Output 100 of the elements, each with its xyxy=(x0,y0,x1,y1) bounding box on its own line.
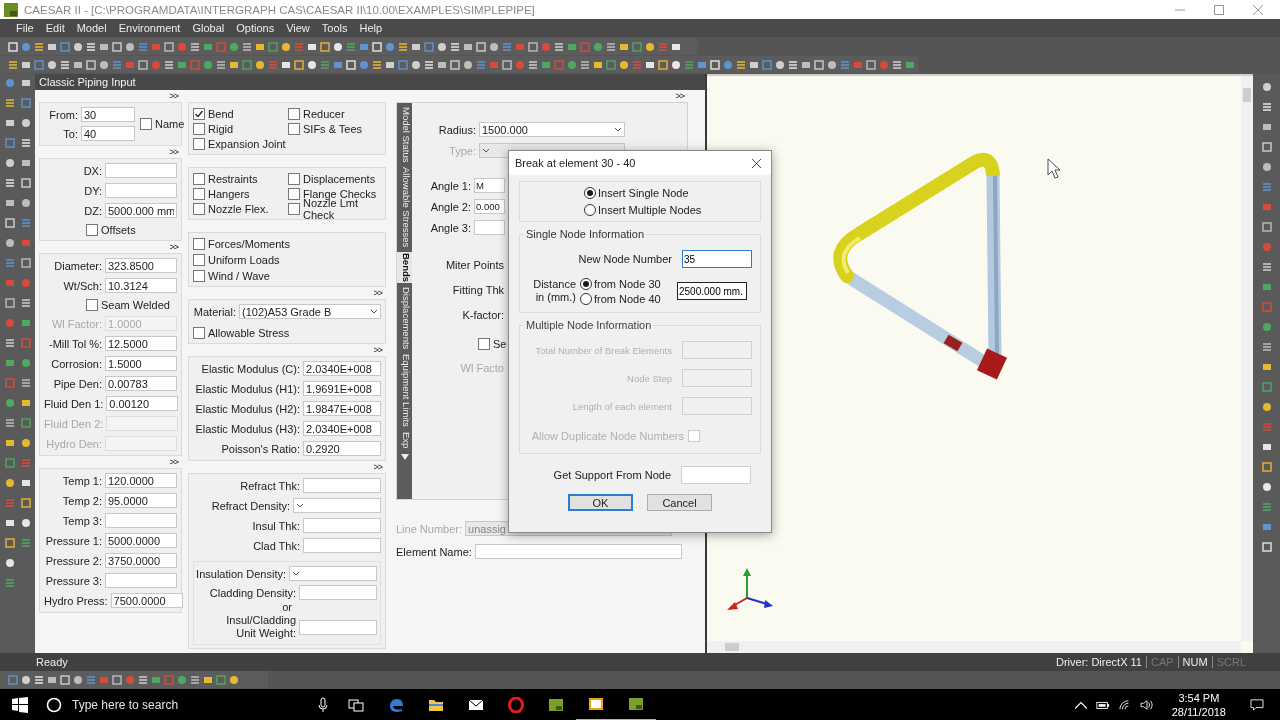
tool-icon[interactable] xyxy=(1261,402,1272,412)
input-field[interactable]: 5000.0000 xyxy=(105,533,177,548)
tool-icon[interactable] xyxy=(281,41,291,52)
tool-icon[interactable] xyxy=(1261,342,1272,352)
dialog-button[interactable]: OK xyxy=(568,494,633,511)
tool-icon[interactable] xyxy=(801,59,811,70)
input-field[interactable]: 35 xyxy=(682,250,752,268)
tool-icon[interactable] xyxy=(47,59,57,70)
tool-icon[interactable] xyxy=(73,59,83,70)
input-field[interactable]: 0.00120 xyxy=(106,396,179,411)
scrollbar[interactable] xyxy=(1241,76,1253,641)
tool-icon[interactable] xyxy=(216,59,226,70)
dropdown[interactable]: 1500.000 xyxy=(479,122,625,137)
menu-item[interactable]: Model xyxy=(70,22,113,34)
input-field[interactable]: 2.0340E+008 xyxy=(303,361,381,376)
task-view-icon[interactable] xyxy=(348,697,364,713)
input-field[interactable]: 0.000 xyxy=(474,199,505,214)
tool-icon[interactable] xyxy=(255,41,265,52)
checkbox[interactable] xyxy=(288,202,300,215)
tool-icon[interactable] xyxy=(775,59,785,70)
tool-icon[interactable] xyxy=(866,59,876,70)
input-field[interactable]: 0.2920 xyxy=(303,441,381,456)
menu-item[interactable]: Help xyxy=(353,22,389,34)
input-field[interactable] xyxy=(105,573,177,588)
tool-icon[interactable] xyxy=(437,59,447,70)
tool-icon[interactable] xyxy=(229,674,239,685)
checkbox[interactable] xyxy=(193,187,205,200)
checkbox[interactable] xyxy=(193,269,205,282)
tab[interactable]: Equipment Limits xyxy=(397,353,412,428)
tool-icon[interactable] xyxy=(190,674,200,685)
input-field[interactable] xyxy=(105,513,177,528)
menu-item[interactable]: Global xyxy=(186,22,231,34)
tool-icon[interactable] xyxy=(203,59,213,70)
tool-icon[interactable] xyxy=(1261,322,1272,332)
close-icon[interactable] xyxy=(752,158,761,168)
tool-icon[interactable] xyxy=(8,59,18,70)
expand-button[interactable]: >> xyxy=(675,92,688,102)
tool-icon[interactable] xyxy=(1261,222,1272,232)
tool-icon[interactable] xyxy=(645,59,655,70)
tool-icon[interactable] xyxy=(827,59,837,70)
tool-icon[interactable] xyxy=(619,59,629,70)
menu-item[interactable]: Tools xyxy=(315,22,354,34)
tool-icon[interactable] xyxy=(138,59,148,70)
menu-item[interactable]: File xyxy=(10,22,40,34)
tool-icon[interactable] xyxy=(671,41,681,52)
scrollbar[interactable] xyxy=(707,641,1241,653)
tab[interactable]: Exp xyxy=(397,430,412,450)
tool-icon[interactable] xyxy=(320,41,330,52)
tool-icon[interactable] xyxy=(502,59,512,70)
tool-icon[interactable] xyxy=(164,41,174,52)
app-icon[interactable] xyxy=(548,697,564,713)
tool-icon[interactable] xyxy=(671,59,681,70)
tool-icon[interactable] xyxy=(606,41,616,52)
expand-button[interactable]: >> xyxy=(373,289,386,299)
tool-icon[interactable] xyxy=(463,59,473,70)
tool-icon[interactable] xyxy=(567,59,577,70)
tool-icon[interactable] xyxy=(1261,82,1272,92)
tool-icon[interactable] xyxy=(255,59,265,70)
checkbox[interactable] xyxy=(193,172,205,185)
input-field[interactable] xyxy=(474,544,682,559)
tool-icon[interactable] xyxy=(411,41,421,52)
tool-icon[interactable] xyxy=(593,41,603,52)
menu-item[interactable]: View xyxy=(280,22,316,34)
scroll-down-icon[interactable] xyxy=(400,454,409,461)
browser-icon[interactable] xyxy=(388,697,404,713)
tool-icon[interactable] xyxy=(229,41,239,52)
tool-icon[interactable] xyxy=(307,41,317,52)
input-field[interactable] xyxy=(303,478,381,493)
tool-icon[interactable] xyxy=(34,41,44,52)
tool-icon[interactable] xyxy=(333,41,343,52)
tool-icon[interactable] xyxy=(1261,122,1272,132)
tab[interactable]: Model Status xyxy=(397,106,412,164)
tool-icon[interactable] xyxy=(905,59,915,70)
input-field[interactable] xyxy=(299,585,377,600)
checkbox[interactable] xyxy=(193,202,205,215)
tool-icon[interactable] xyxy=(619,41,629,52)
menu-item[interactable]: Options xyxy=(230,22,281,34)
input-field[interactable] xyxy=(474,220,505,235)
expand-button[interactable]: >> xyxy=(169,243,182,253)
checkbox[interactable] xyxy=(193,107,205,120)
checkbox[interactable] xyxy=(193,237,205,250)
tool-icon[interactable] xyxy=(73,41,83,52)
input-field[interactable]: 2500.000 mm. xyxy=(677,282,747,300)
input-field[interactable]: 120.0000 xyxy=(105,473,177,488)
maximize-icon[interactable] xyxy=(1214,4,1224,15)
tool-icon[interactable] xyxy=(463,41,473,52)
tool-icon[interactable] xyxy=(567,41,577,52)
folder-icon[interactable] xyxy=(428,697,444,713)
browser-icon[interactable] xyxy=(508,697,524,713)
mail-icon[interactable] xyxy=(468,697,484,713)
checkbox[interactable] xyxy=(193,326,205,339)
input-field[interactable]: 30 xyxy=(81,107,135,122)
app-icon[interactable] xyxy=(588,696,604,712)
tool-icon[interactable] xyxy=(372,59,382,70)
radio-button[interactable] xyxy=(580,277,592,290)
checkbox[interactable] xyxy=(193,122,205,135)
tool-icon[interactable] xyxy=(203,41,213,52)
search-field[interactable]: Type here to search xyxy=(70,697,310,713)
expand-button[interactable]: >> xyxy=(169,458,182,468)
menu-item[interactable]: Edit xyxy=(39,22,71,34)
